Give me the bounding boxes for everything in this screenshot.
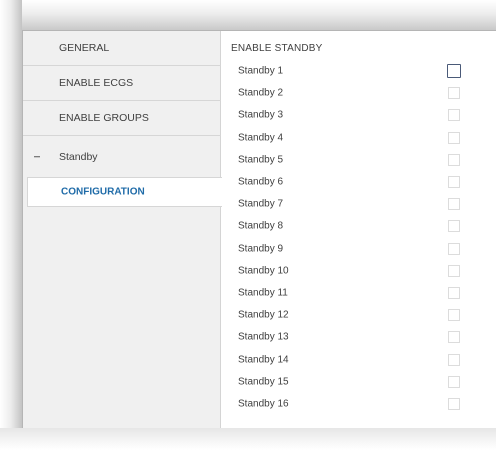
sidebar-item-enable-groups[interactable]: ENABLE GROUPS [23, 101, 221, 136]
standby-row: Standby 15 [221, 371, 496, 393]
standby-label: Standby 11 [238, 287, 288, 299]
sidebar-item-standby[interactable]: Standby [23, 136, 221, 177]
sidebar-item-label: CONFIGURATION [61, 186, 145, 198]
standby-checkbox[interactable] [448, 242, 460, 255]
sidebar-item-configuration[interactable]: CONFIGURATION [27, 177, 222, 207]
standby-checkbox[interactable] [448, 220, 460, 233]
standby-label: Standby 4 [238, 132, 284, 144]
sidebar-item-general[interactable]: GENERAL [23, 31, 221, 66]
collapse-minus-icon[interactable] [34, 155, 40, 158]
standby-row: Standby 16 [221, 393, 496, 415]
standby-label: Standby 1 [238, 65, 284, 77]
standby-row: Standby 11 [221, 282, 496, 304]
standby-label: Standby 2 [238, 87, 284, 99]
standby-checkbox[interactable] [448, 264, 460, 277]
standby-label: Standby 3 [238, 109, 284, 121]
standby-row: Standby 7 [221, 193, 496, 215]
standby-row: Standby 10 [221, 260, 496, 282]
standby-checkbox[interactable] [448, 198, 460, 211]
window-shadow-bottom [0, 428, 496, 450]
sidebar-item-enable-ecgs[interactable]: ENABLE ECGS [23, 66, 221, 101]
standby-row: Standby 1 [221, 60, 496, 82]
section-title: ENABLE STANDBY [231, 43, 323, 54]
standby-checkbox[interactable] [448, 331, 460, 344]
sidebar-item-label: ENABLE GROUPS [59, 112, 149, 124]
standby-checkbox[interactable] [448, 109, 460, 122]
standby-checkbox[interactable] [448, 153, 460, 166]
window-shadow-top [0, 0, 496, 30]
standby-label: Standby 14 [238, 354, 289, 366]
standby-row: Standby 6 [221, 171, 496, 193]
standby-label: Standby 6 [238, 176, 284, 188]
standby-checkbox[interactable] [448, 353, 460, 366]
standby-label: Standby 12 [238, 309, 289, 321]
standby-checkbox[interactable] [448, 87, 460, 100]
sidebar-item-label: GENERAL [59, 42, 110, 54]
standby-row: Standby 14 [221, 349, 496, 371]
standby-checkbox[interactable] [448, 287, 460, 299]
standby-label: Standby 13 [238, 331, 289, 343]
sidebar: GENERAL ENABLE ECGS ENABLE GROUPS Standb… [23, 31, 222, 428]
standby-row: Standby 4 [221, 127, 496, 149]
main-content: ENABLE STANDBY Standby 1 Standby 2 Standby… [221, 31, 496, 428]
standby-label: Standby 10 [238, 265, 289, 277]
standby-checkbox[interactable] [448, 176, 460, 188]
standby-row: Standby 5 [221, 149, 496, 171]
parameter-window: GENERAL ENABLE ECGS ENABLE GROUPS Standb… [22, 30, 496, 428]
standby-row: Standby 13 [221, 326, 496, 348]
standby-checkbox[interactable] [447, 64, 461, 78]
standby-label: Standby 9 [238, 243, 284, 255]
standby-row: Standby 8 [221, 215, 496, 237]
standby-row: Standby 3 [221, 104, 496, 126]
standby-row: Standby 2 [221, 82, 496, 104]
standby-checkbox[interactable] [448, 309, 460, 322]
standby-row: Standby 9 [221, 238, 496, 260]
standby-row: Standby 12 [221, 304, 496, 326]
standby-label: Standby 15 [238, 376, 289, 388]
standby-label: Standby 16 [238, 398, 289, 410]
sidebar-item-label: ENABLE ECGS [59, 77, 134, 89]
standby-label: Standby 8 [238, 220, 284, 232]
window-shadow-left [0, 0, 22, 450]
standby-label: Standby 5 [238, 154, 284, 166]
standby-checkbox[interactable] [448, 131, 460, 144]
standby-checkbox[interactable] [448, 398, 460, 410]
standby-checkbox[interactable] [448, 375, 460, 388]
sidebar-item-label: Standby [59, 150, 98, 163]
standby-label: Standby 7 [238, 198, 284, 210]
